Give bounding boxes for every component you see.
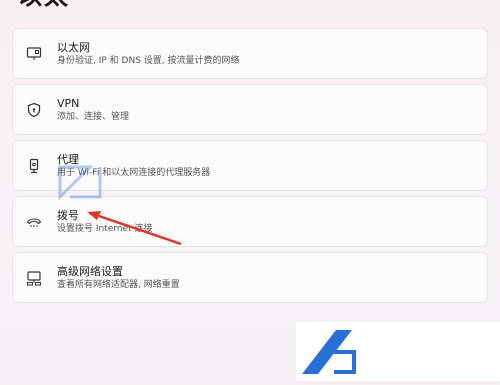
advanced-network-icon	[25, 269, 43, 287]
watermark-logo	[296, 322, 500, 381]
watermark-mid	[50, 127, 250, 211]
settings-card-title: VPN	[57, 97, 80, 110]
annotation-arrow-icon	[87, 211, 182, 246]
page-title-fragment: 以太	[18, 0, 78, 8]
settings-card-description: 身份验证, IP 和 DNS 设置, 按流量计费的网络	[57, 56, 240, 66]
vpn-shield-icon	[25, 101, 43, 119]
settings-card-ethernet[interactable]: 以太网 身份验证, IP 和 DNS 设置, 按流量计费的网络	[12, 28, 488, 79]
proxy-icon	[25, 157, 43, 175]
settings-card-title: 高级网络设置	[57, 265, 123, 278]
settings-card-title: 以太网	[57, 41, 90, 54]
ethernet-icon	[25, 45, 43, 63]
settings-card-advanced-network[interactable]: 高级网络设置 查看所有网络适配器, 网络重置	[12, 252, 488, 303]
dialup-phone-icon	[25, 213, 43, 231]
settings-card-description: 查看所有网络适配器, 网络重置	[57, 280, 180, 290]
settings-card-description: 添加、连接、管理	[57, 112, 130, 122]
